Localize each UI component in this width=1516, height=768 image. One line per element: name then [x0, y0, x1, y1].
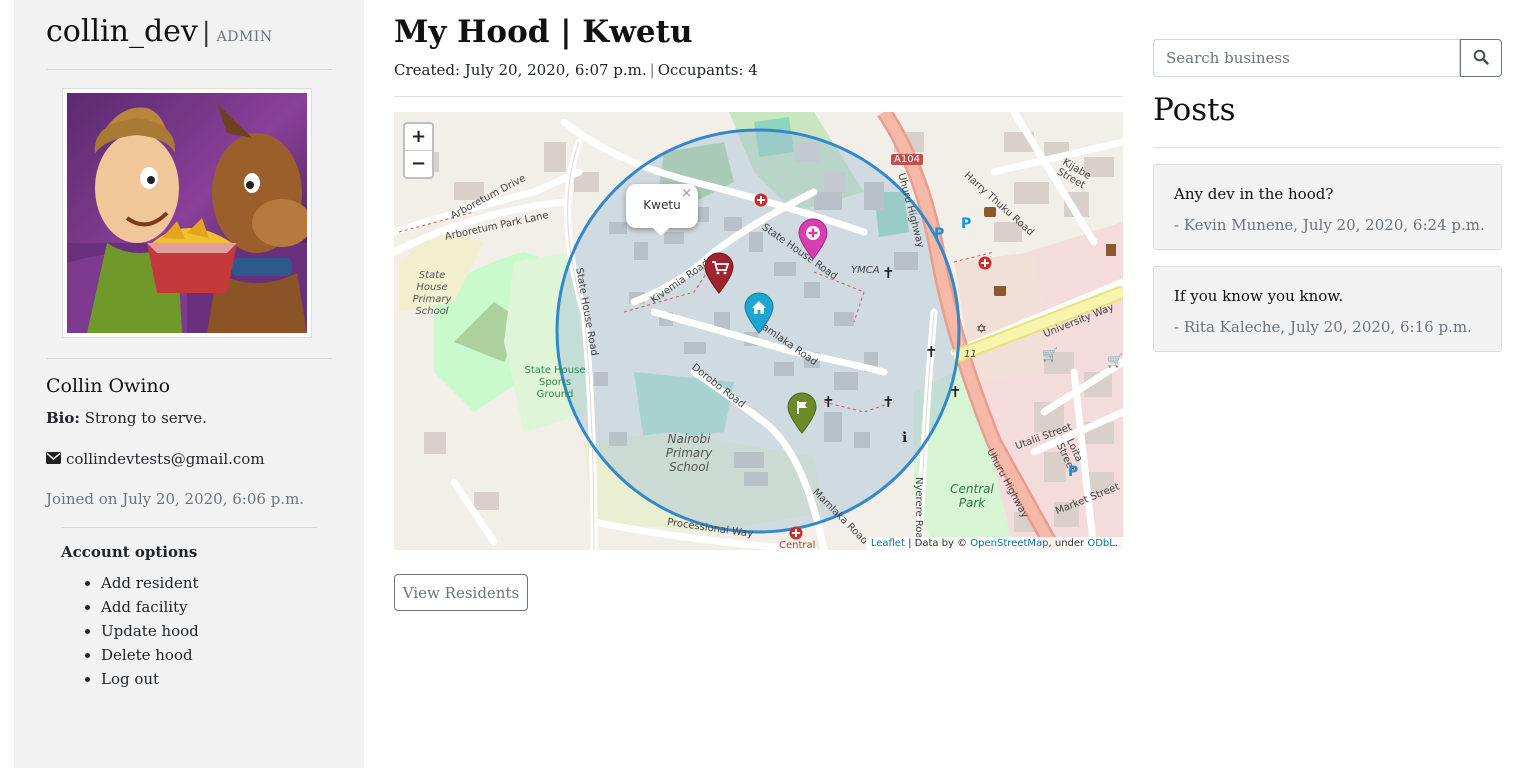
zoom-out-button[interactable]: − [405, 151, 432, 177]
home-marker[interactable] [744, 292, 774, 338]
parking-icon: P [961, 216, 972, 232]
update-hood-link[interactable]: Update hood [101, 619, 199, 643]
posts-heading: Posts [1153, 92, 1236, 128]
post-title: Any dev in the hood? [1174, 185, 1334, 203]
delete-hood-link[interactable]: Delete hood [101, 643, 199, 667]
email-text: collindevtests@gmail.com [66, 450, 265, 468]
parking-icon: P [934, 226, 945, 242]
divider [46, 358, 332, 359]
page-title: My Hood | Kwetu [394, 14, 693, 50]
hospital-icon [754, 192, 768, 211]
created-date: Created: July 20, 2020, 6:07 p.m. [394, 61, 647, 79]
church-icon: ✝ [882, 264, 895, 282]
church-icon: ✝ [822, 393, 835, 411]
email-row: collindevtests@gmail.com [46, 450, 265, 468]
header-separator: | [201, 18, 211, 48]
shop-icon: 🛒 [1107, 354, 1123, 369]
theatre-icon [984, 207, 996, 217]
church-icon: ✝ [925, 343, 938, 361]
popup-close-button[interactable]: × [681, 186, 692, 201]
post-card[interactable]: If you know you know. - Rita Kaleche, Ju… [1153, 266, 1502, 352]
medical-cross-marker[interactable] [798, 218, 828, 264]
zoom-in-button[interactable]: + [405, 124, 432, 151]
add-resident-link[interactable]: Add resident [101, 571, 199, 595]
joined-date: Joined on July 20, 2020, 6:06 p.m. [46, 490, 305, 508]
occupants-count: Occupants: 4 [657, 61, 758, 79]
search-input[interactable] [1153, 39, 1460, 77]
account-options-title: Account options [61, 543, 198, 561]
parking-icon: P [1068, 464, 1079, 480]
envelope-icon [46, 450, 61, 468]
username[interactable]: collin_dev [46, 14, 198, 49]
user-header: collin_dev | ADMIN [46, 14, 273, 49]
synagogue-icon: ✡ [976, 322, 987, 337]
museum-icon [1106, 244, 1116, 256]
divider [61, 527, 317, 528]
post-title: If you know you know. [1174, 287, 1344, 305]
divider [46, 69, 332, 70]
attrib-text: , under [1048, 538, 1088, 549]
post-meta: - Kevin Munene, July 20, 2020, 6:24 p.m. [1174, 216, 1485, 234]
divider [1153, 147, 1502, 148]
search-icon [1473, 49, 1489, 68]
full-name: Collin Owino [46, 375, 171, 397]
popup-tip [652, 227, 670, 236]
hood-meta: Created: July 20, 2020, 6:07 p.m. | Occupa… [394, 61, 758, 79]
view-residents-button[interactable]: View Residents [394, 574, 528, 611]
avatar [62, 88, 312, 338]
shopping-cart-marker[interactable] [704, 252, 734, 298]
sidebar: collin_dev | ADMIN Collin Owino Bio: Str… [14, 0, 364, 768]
flag-marker[interactable] [787, 392, 817, 438]
hospital-icon [978, 255, 992, 274]
leaflet-link[interactable]: Leaflet [871, 538, 905, 549]
search-button[interactable] [1460, 39, 1502, 77]
bio: Bio: Strong to serve. [46, 409, 207, 427]
profile-picture [67, 93, 307, 333]
map-popup: Kwetu × [626, 184, 698, 236]
role-badge: ADMIN [216, 29, 273, 45]
attrib-text: | Data by © [904, 538, 971, 549]
account-options-list: Add resident Add facility Update hood De… [61, 571, 199, 691]
odbl-link[interactable]: ODbL. [1087, 538, 1118, 549]
church-icon: ✝ [882, 393, 895, 411]
add-facility-link[interactable]: Add facility [101, 595, 199, 619]
church-icon: ✝ [949, 383, 962, 401]
zoom-control: + − [403, 122, 434, 179]
bio-label: Bio: [46, 409, 80, 427]
bio-text: Strong to serve. [84, 409, 207, 427]
shop-icon: 🛒 [1042, 348, 1059, 363]
info-icon: ℹ [902, 430, 908, 446]
library-icon [994, 286, 1006, 296]
map-attribution: Leaflet | Data by © OpenStreetMap, under… [865, 537, 1123, 550]
post-meta: - Rita Kaleche, July 20, 2020, 6:16 p.m. [1174, 318, 1472, 336]
hood-map[interactable]: State House Road Kivemia Road Dorobo Roa… [394, 112, 1123, 550]
search-bar [1153, 39, 1502, 77]
divider [394, 96, 1123, 97]
openstreetmap-link[interactable]: OpenStreetMap [970, 538, 1048, 549]
post-card[interactable]: Any dev in the hood? - Kevin Munene, Jul… [1153, 164, 1502, 250]
log-out-link[interactable]: Log out [101, 667, 199, 691]
meta-separator: | [649, 61, 655, 79]
hospital-icon [789, 525, 803, 544]
